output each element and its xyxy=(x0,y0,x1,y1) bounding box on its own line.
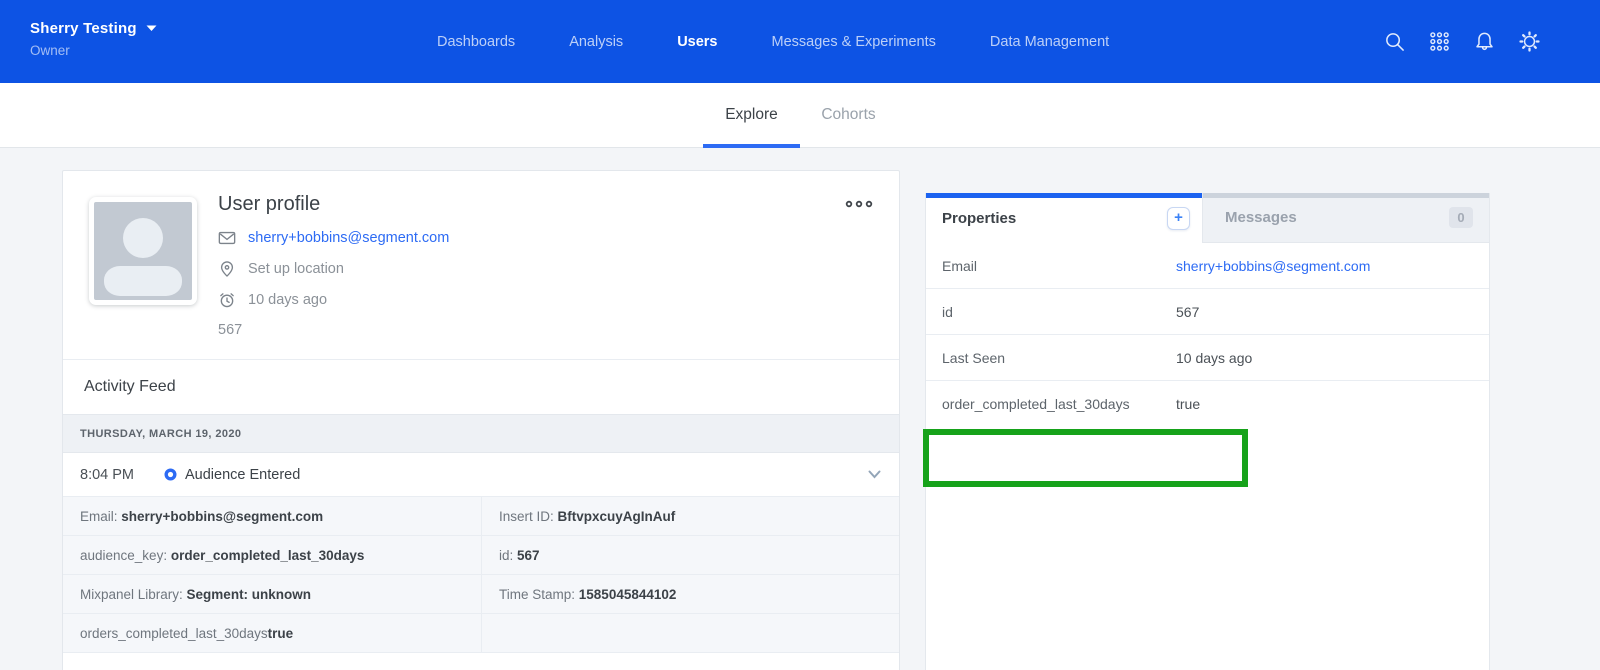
property-key: id xyxy=(942,304,1176,320)
detail-label: Mixpanel Library: xyxy=(80,587,187,602)
properties-panel-tabs: Properties + Messages 0 xyxy=(925,193,1490,243)
email-envelope-icon xyxy=(218,229,236,247)
detail-label: orders_completed_last_30days xyxy=(80,626,268,641)
avatar xyxy=(89,197,197,305)
more-options-icon[interactable] xyxy=(845,199,873,209)
nav-messages-experiments[interactable]: Messages & Experiments xyxy=(772,34,936,50)
settings-gear-icon[interactable] xyxy=(1519,31,1540,52)
expand-chevron-icon[interactable] xyxy=(868,470,881,479)
mixpanel-users-explore-screen: Sherry Testing Owner Dashboards Analysis… xyxy=(0,0,1600,670)
property-value: 10 days ago xyxy=(1176,350,1252,366)
property-key: Last Seen xyxy=(942,350,1176,366)
detail-label: id: xyxy=(499,548,517,563)
active-tab-indicator xyxy=(703,144,800,148)
nav-users[interactable]: Users xyxy=(677,34,717,50)
detail-label: Insert ID: xyxy=(499,509,558,524)
tab-cohorts[interactable]: Cohorts xyxy=(800,83,897,147)
profile-location-placeholder[interactable]: Set up location xyxy=(248,261,344,277)
search-icon[interactable] xyxy=(1384,31,1405,52)
page-title: User profile xyxy=(218,193,449,216)
user-profile-card: User profile sherry+bobbins@segment.com … xyxy=(62,170,900,670)
project-name: Sherry Testing xyxy=(30,20,137,37)
detail-value: sherry+bobbins@segment.com xyxy=(121,509,323,524)
event-details-table: Email: sherry+bobbins@segment.com Insert… xyxy=(63,496,899,653)
tab-messages[interactable]: Messages 0 xyxy=(1203,193,1490,243)
table-row: audience_key: order_completed_last_30day… xyxy=(63,536,899,575)
property-key: order_completed_last_30days xyxy=(942,396,1176,412)
detail-value: 1585045844102 xyxy=(579,587,677,602)
tab-explore-label: Explore xyxy=(725,106,778,124)
property-row-email: Email sherry+bobbins@segment.com xyxy=(926,243,1489,289)
activity-event-row[interactable]: 8:04 PM Audience Entered xyxy=(63,453,899,496)
location-pin-icon xyxy=(218,260,236,278)
event-name: Audience Entered xyxy=(185,467,300,483)
project-switcher[interactable]: Sherry Testing Owner xyxy=(30,20,157,58)
tab-messages-label: Messages xyxy=(1225,209,1449,226)
detail-label: audience_key: xyxy=(80,548,171,563)
properties-panel: Properties + Messages 0 Email sherry+bob… xyxy=(925,193,1490,670)
profile-email-link[interactable]: sherry+bobbins@segment.com xyxy=(248,230,449,246)
project-role: Owner xyxy=(30,43,157,58)
highlight-annotation-box xyxy=(923,429,1248,487)
property-row-order-completed: order_completed_last_30days true xyxy=(926,381,1489,427)
detail-value: BftvpxcuyAgInAuf xyxy=(558,509,676,524)
property-value: true xyxy=(1176,396,1200,412)
inactive-tab-accent xyxy=(1203,193,1489,198)
table-row: Email: sherry+bobbins@segment.com Insert… xyxy=(63,497,899,536)
property-value: 567 xyxy=(1176,304,1199,320)
detail-label: Time Stamp: xyxy=(499,587,579,602)
property-row-id: id 567 xyxy=(926,289,1489,335)
property-row-last-seen: Last Seen 10 days ago xyxy=(926,335,1489,381)
activity-date-header: THURSDAY, MARCH 19, 2020 xyxy=(63,414,899,453)
detail-value: order_completed_last_30days xyxy=(171,548,365,563)
messages-count-badge: 0 xyxy=(1449,207,1473,228)
event-time: 8:04 PM xyxy=(80,467,164,483)
property-key: Email xyxy=(942,258,1176,274)
detail-value: true xyxy=(268,626,294,641)
properties-list: Email sherry+bobbins@segment.com id 567 … xyxy=(925,243,1490,670)
top-navigation-bar: Sherry Testing Owner Dashboards Analysis… xyxy=(0,0,1600,83)
detail-value: Segment: unknown xyxy=(187,587,312,602)
tab-properties-label: Properties xyxy=(942,210,1167,227)
nav-dashboards[interactable]: Dashboards xyxy=(437,34,515,50)
profile-header: User profile sherry+bobbins@segment.com … xyxy=(63,171,899,360)
tab-cohorts-label: Cohorts xyxy=(821,106,875,124)
notifications-bell-icon[interactable] xyxy=(1474,31,1495,52)
profile-user-id: 567 xyxy=(218,322,449,338)
last-seen-clock-icon xyxy=(218,291,236,309)
detail-label: Email: xyxy=(80,509,121,524)
property-value-email-link[interactable]: sherry+bobbins@segment.com xyxy=(1176,258,1370,274)
profile-last-seen: 10 days ago xyxy=(248,292,327,308)
nav-analysis[interactable]: Analysis xyxy=(569,34,623,50)
activity-feed-title: Activity Feed xyxy=(63,360,899,414)
nav-data-management[interactable]: Data Management xyxy=(990,34,1109,50)
tab-explore[interactable]: Explore xyxy=(703,83,800,147)
secondary-tabbar: Explore Cohorts xyxy=(0,83,1600,148)
detail-value: 567 xyxy=(517,548,540,563)
active-tab-accent xyxy=(926,193,1202,198)
add-property-button[interactable]: + xyxy=(1167,207,1190,230)
tab-properties[interactable]: Properties + xyxy=(925,193,1203,243)
primary-nav: Dashboards Analysis Users Messages & Exp… xyxy=(437,0,1109,83)
apps-grid-icon[interactable] xyxy=(1429,31,1450,52)
table-row: Mixpanel Library: Segment: unknown Time … xyxy=(63,575,899,614)
event-type-dot-icon xyxy=(164,468,177,481)
chevron-down-icon xyxy=(146,25,157,32)
table-row: orders_completed_last_30daystrue xyxy=(63,614,899,653)
topbar-icon-group xyxy=(1384,0,1540,83)
